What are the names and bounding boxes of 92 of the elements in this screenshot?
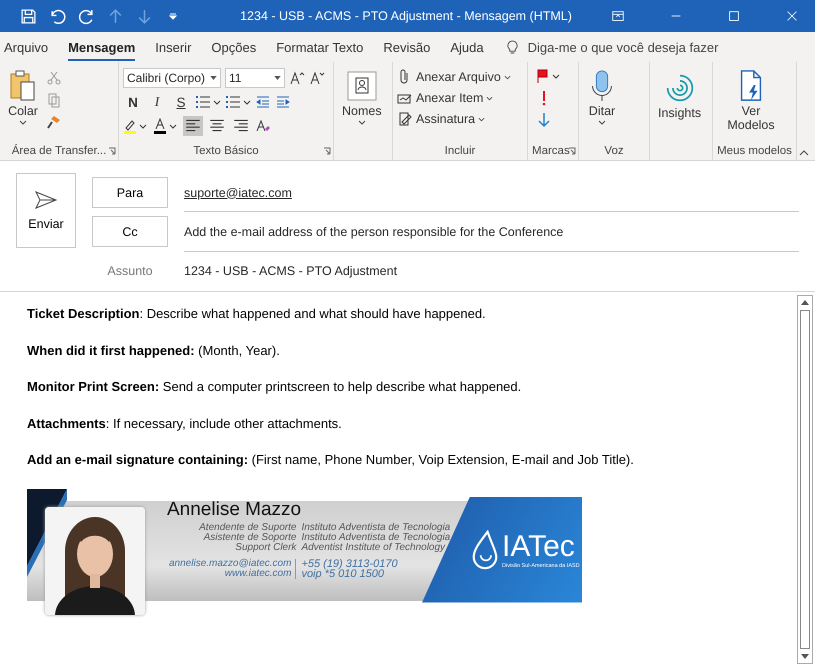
job-title: Support Clerk [234, 542, 296, 552]
font-name-dropdown[interactable]: Calibri (Corpo) [123, 68, 221, 88]
maximize-icon[interactable] [727, 9, 741, 23]
group-label: Meus modelos [717, 145, 792, 157]
send-button[interactable]: Enviar [16, 173, 76, 248]
font-color-icon[interactable] [153, 118, 179, 134]
align-icon[interactable] [183, 116, 203, 136]
menu-tab[interactable]: Opções [211, 34, 256, 60]
view-templates-button[interactable]: Ver Modelos [717, 68, 785, 134]
insights-button[interactable]: Insights [654, 68, 706, 122]
to-button[interactable]: Para [92, 177, 168, 208]
numbering-icon[interactable] [225, 94, 251, 110]
strikethrough-button[interactable]: S [171, 94, 191, 110]
menu-tab[interactable]: Formatar Texto [276, 34, 364, 60]
signature-name: Annelise Mazzo [167, 498, 302, 520]
grow-font-icon[interactable] [289, 70, 305, 86]
institute-name: Instituto Adventista de Tecnologia [301, 532, 450, 542]
group-label: Voz [604, 145, 624, 157]
lightbulb-icon [506, 40, 518, 54]
job-title: Asistente de Soporte [202, 532, 296, 542]
logo-text: IATec [502, 530, 576, 562]
names-button[interactable]: Nomes [338, 68, 386, 127]
phone-number: voip *5 010 1500 [301, 568, 386, 578]
attach-file-button[interactable]: Anexar Arquivo [397, 68, 511, 86]
close-icon[interactable] [785, 9, 799, 23]
group-label: Área de Transfer... [12, 145, 106, 157]
group-label: Marcas [532, 145, 570, 157]
caret-icon [19, 120, 27, 125]
bullets-icon[interactable] [195, 94, 221, 110]
body-paragraph: Monitor Print Screen: Send a computer printscreen to help describe what happened. [27, 379, 522, 394]
font-size-dropdown[interactable]: 11 [225, 68, 285, 88]
body-paragraph: Attachments: If necessary, include other attachments. [27, 416, 343, 430]
customize-icon[interactable] [169, 12, 177, 20]
clear-formatting-icon[interactable] [255, 118, 271, 134]
save-icon[interactable] [20, 8, 37, 24]
body-paragraph: Add an e-mail signature containing: (First name, Phone Number, Voip Extension, E-mail and Job Title). [27, 452, 635, 467]
scroll-down-icon[interactable] [801, 654, 809, 659]
institute-name: Instituto Adventista de Tecnologia [301, 522, 450, 532]
attach-item-button[interactable]: Anexar Item [397, 89, 511, 107]
job-title: Atendente de Suporte [198, 522, 296, 532]
institute-name: Adventist Institute of Technology [301, 542, 446, 552]
highlight-icon[interactable] [123, 118, 149, 134]
signature-button[interactable]: Assinatura [397, 110, 511, 128]
format-painter-icon[interactable] [46, 114, 62, 130]
caret-icon [598, 120, 606, 125]
bold-button[interactable]: N [123, 94, 143, 110]
caret-icon [486, 96, 494, 100]
dialog-launcher-icon[interactable] [568, 147, 576, 155]
cc-field[interactable]: Add the e-mail address of the person responsible for the Conference [184, 224, 564, 239]
spiral-icon [664, 72, 695, 104]
scroll-up-icon[interactable] [801, 300, 809, 305]
recipient-address[interactable]: suporte@iatec.com [184, 186, 292, 200]
ribbon-display-icon[interactable] [611, 9, 625, 23]
cc-button[interactable]: Cc [92, 216, 168, 248]
dictate-button[interactable]: Ditar [583, 68, 621, 127]
group-label: Incluir [444, 145, 476, 157]
vertical-scrollbar[interactable] [797, 295, 813, 664]
caret-icon [358, 120, 366, 125]
send-icon [35, 190, 57, 208]
copy-icon[interactable] [46, 92, 62, 108]
italic-button[interactable]: I [147, 94, 167, 110]
paste-button[interactable]: Colar [4, 68, 42, 127]
window-title: 1234 - USB - ACMS - PTO Adjustment - Mensagem (HTML) [239, 9, 573, 23]
tell-me-field[interactable]: Diga-me o que você deseja fazer [526, 38, 770, 56]
subject-field[interactable]: 1234 - USB - ACMS - PTO Adjustment [184, 264, 398, 278]
subject-label: Assunto [106, 264, 154, 278]
menu-tab[interactable]: Revisão [383, 34, 430, 60]
low-importance-icon[interactable] [536, 112, 552, 128]
dialog-launcher-icon[interactable] [323, 147, 331, 155]
body-paragraph: When did it first happened: (Month, Year). [27, 342, 281, 358]
undo-icon[interactable] [49, 8, 66, 24]
address-book-icon [346, 70, 377, 102]
drop-logo-icon [472, 530, 498, 570]
phone-number: +55 (19) 3113-0170 [301, 558, 399, 568]
increase-indent-icon[interactable] [275, 94, 291, 110]
shrink-font-icon[interactable] [309, 70, 325, 86]
caret-icon [478, 116, 486, 122]
collapse-ribbon-icon[interactable] [799, 150, 809, 156]
menu-tab[interactable]: Arquivo [4, 34, 48, 60]
redo-icon[interactable] [78, 8, 95, 24]
caret-icon [504, 74, 511, 80]
group-label: Texto Básico [193, 145, 259, 157]
dialog-launcher-icon[interactable] [108, 147, 116, 155]
caret-icon [210, 76, 217, 80]
caret-icon [274, 76, 281, 80]
decrease-indent-icon[interactable] [255, 94, 271, 110]
menu-tab[interactable]: Inserir [155, 34, 192, 60]
flag-icon[interactable] [536, 68, 562, 84]
body-paragraph: Ticket Description: Describe what happened and what should have happened. [27, 306, 487, 321]
pen-icon [397, 111, 413, 127]
cut-icon[interactable] [46, 70, 62, 86]
menu-tab[interactable]: Ajuda [450, 34, 484, 60]
